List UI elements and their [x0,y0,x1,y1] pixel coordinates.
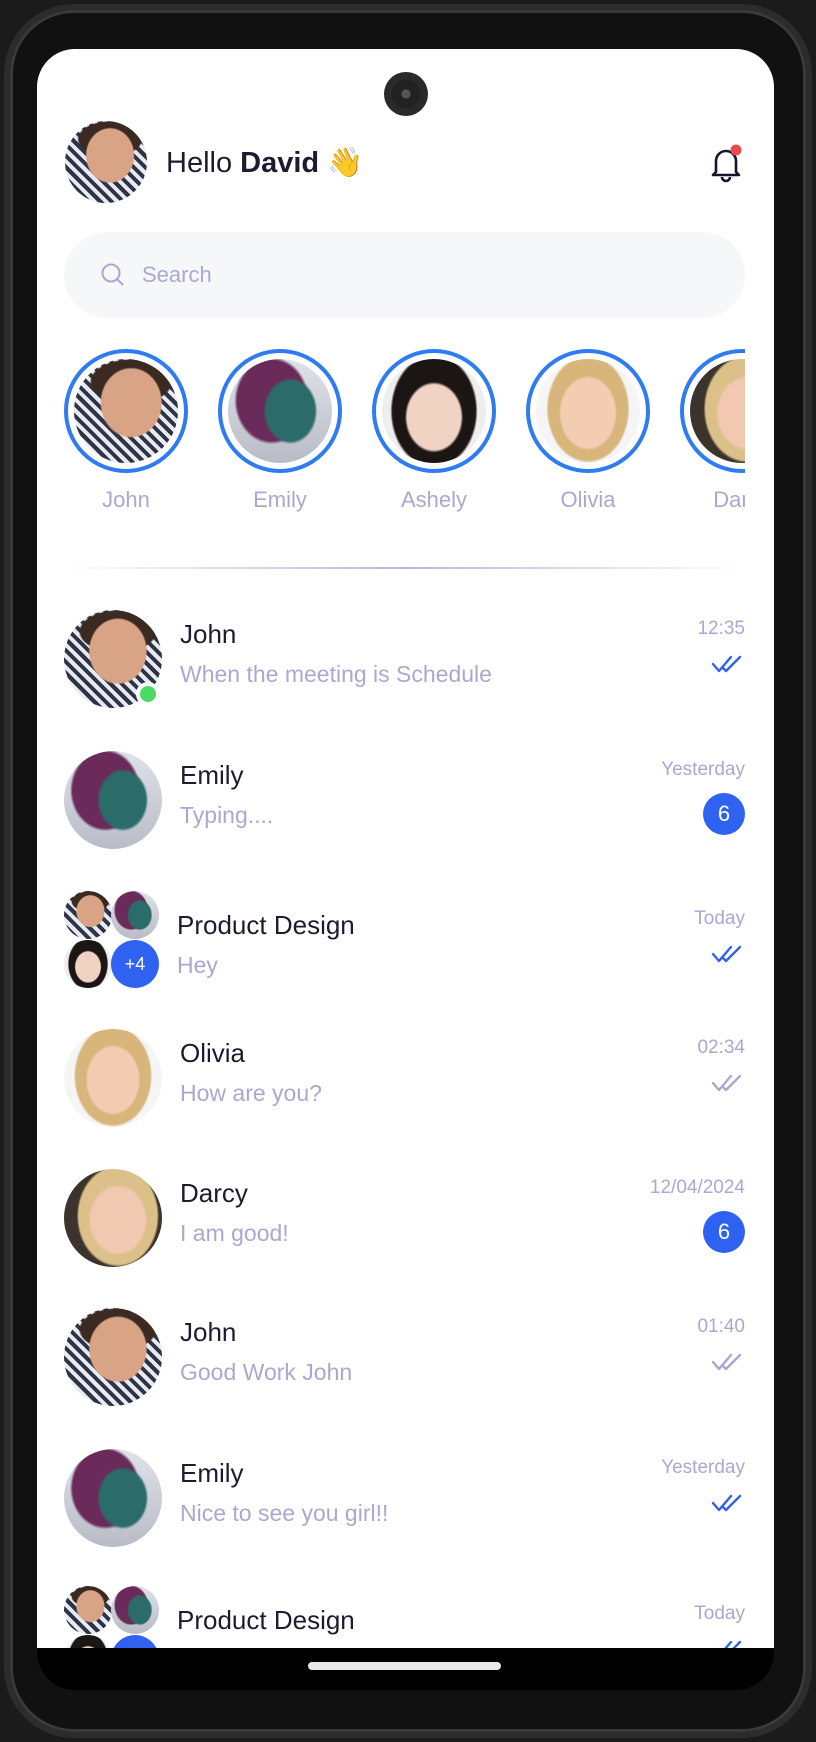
chat-message: When the meeting is Schedule [180,661,492,687]
chat-message: How are you? [180,1080,322,1106]
home-indicator[interactable] [308,1662,501,1670]
chat-avatar [64,1308,162,1406]
group-member-avatar [111,1586,159,1634]
story-ring [64,349,188,473]
chat-message: Typing.... [180,802,274,828]
delivered-double-check-icon [711,1074,743,1092]
story-avatar [690,359,745,463]
story-item[interactable]: John [64,349,188,513]
chat-row[interactable]: Emily Typing.... Yesterday 6 [37,730,774,870]
group-more-count [111,1635,159,1648]
story-ring [218,349,342,473]
story-item[interactable]: Darcy [680,349,745,513]
chat-name: John [180,619,237,649]
chat-name: Olivia [180,1038,246,1068]
chat-time: 12:35 [697,618,745,639]
chat-name: Product Design [177,1605,355,1635]
story-avatar [536,359,640,463]
chat-avatar [64,1169,162,1267]
chat-row[interactable]: Product Design Today [37,1565,774,1648]
chat-name: Darcy [180,1178,248,1208]
chat-message: Nice to see you girl!! [180,1500,389,1526]
story-item[interactable]: Olivia [526,349,650,513]
story-name: John [102,487,150,512]
group-more-count: +4 [111,940,159,988]
chat-row[interactable]: Darcy I am good! 12/04/2024 6 [37,1148,774,1288]
wave-emoji: 👋 [327,147,364,179]
chat-row[interactable]: Olivia How are you? 02:34 [37,1008,774,1148]
chat-avatar [64,1029,162,1127]
user-name: David [240,147,320,179]
chat-name: John [180,1317,237,1347]
story-avatar [228,359,332,463]
story-avatar [74,359,178,463]
search-input[interactable] [142,254,702,296]
read-double-check-icon [711,945,743,963]
story-item[interactable]: Emily [218,349,342,513]
group-member-avatar [111,891,159,939]
chat-name: Emily [180,1458,244,1488]
story-name: Olivia [560,487,616,512]
greeting: Hello David 👋 [166,146,363,180]
chat-time: Today [694,908,745,929]
group-member-avatar [64,1635,112,1648]
chat-message: I am good! [180,1220,289,1246]
front-camera [384,72,428,116]
chat-row[interactable]: John When the meeting is Schedule 12:35 [37,589,774,729]
group-member-avatar [64,1586,112,1634]
story-ring [372,349,496,473]
chat-row[interactable]: +4 Product Design Hey Today [37,870,774,1010]
online-indicator [136,682,160,706]
story-avatar [382,359,486,463]
delivered-double-check-icon [711,1353,743,1371]
story-item[interactable]: Ashely [372,349,496,513]
read-double-check-icon [711,1494,743,1512]
divider [64,567,745,569]
stories-row[interactable]: John Emily Ashely Olivia Darcy [64,349,745,579]
read-double-check-icon [711,1640,743,1648]
chat-message: Good Work John [180,1359,353,1385]
profile-avatar[interactable] [65,121,147,203]
chat-time: 02:34 [697,1037,745,1058]
story-name: Emily [253,487,307,512]
chat-time: Yesterday [661,1457,745,1478]
story-name: Ashely [400,487,468,512]
chat-time: Yesterday [661,759,745,780]
chat-time: 12/04/2024 [649,1177,745,1198]
read-double-check-icon [711,655,743,673]
group-member-avatar [64,891,112,939]
search-icon [101,263,124,286]
phone-screen: Hello David 👋 John Emily Ashely Olivia Darcy… [37,49,774,1690]
story-ring [526,349,650,473]
chat-message: Hey [177,952,218,978]
unread-badge: 6 [703,1211,745,1253]
search-bar[interactable] [64,232,745,318]
unread-badge: 6 [703,793,745,835]
chat-name: Emily [180,760,244,790]
chat-row[interactable]: Emily Nice to see you girl!! Yesterday [37,1428,774,1568]
chat-avatar [64,751,162,849]
greeting-text: Hello [166,147,233,179]
chat-avatar [64,1449,162,1547]
chat-app: Hello David 👋 John Emily Ashely Olivia Darcy… [37,49,774,1648]
chat-time: Today [694,1603,745,1624]
chat-time: 01:40 [697,1316,745,1337]
notification-dot [730,144,742,156]
story-ring [680,349,745,473]
chat-row[interactable]: John Good Work John 01:40 [37,1287,774,1427]
notification-bell-icon[interactable] [708,144,744,184]
story-name: Darcy [713,487,745,512]
group-member-avatar [64,940,112,988]
chat-name: Product Design [177,910,355,940]
